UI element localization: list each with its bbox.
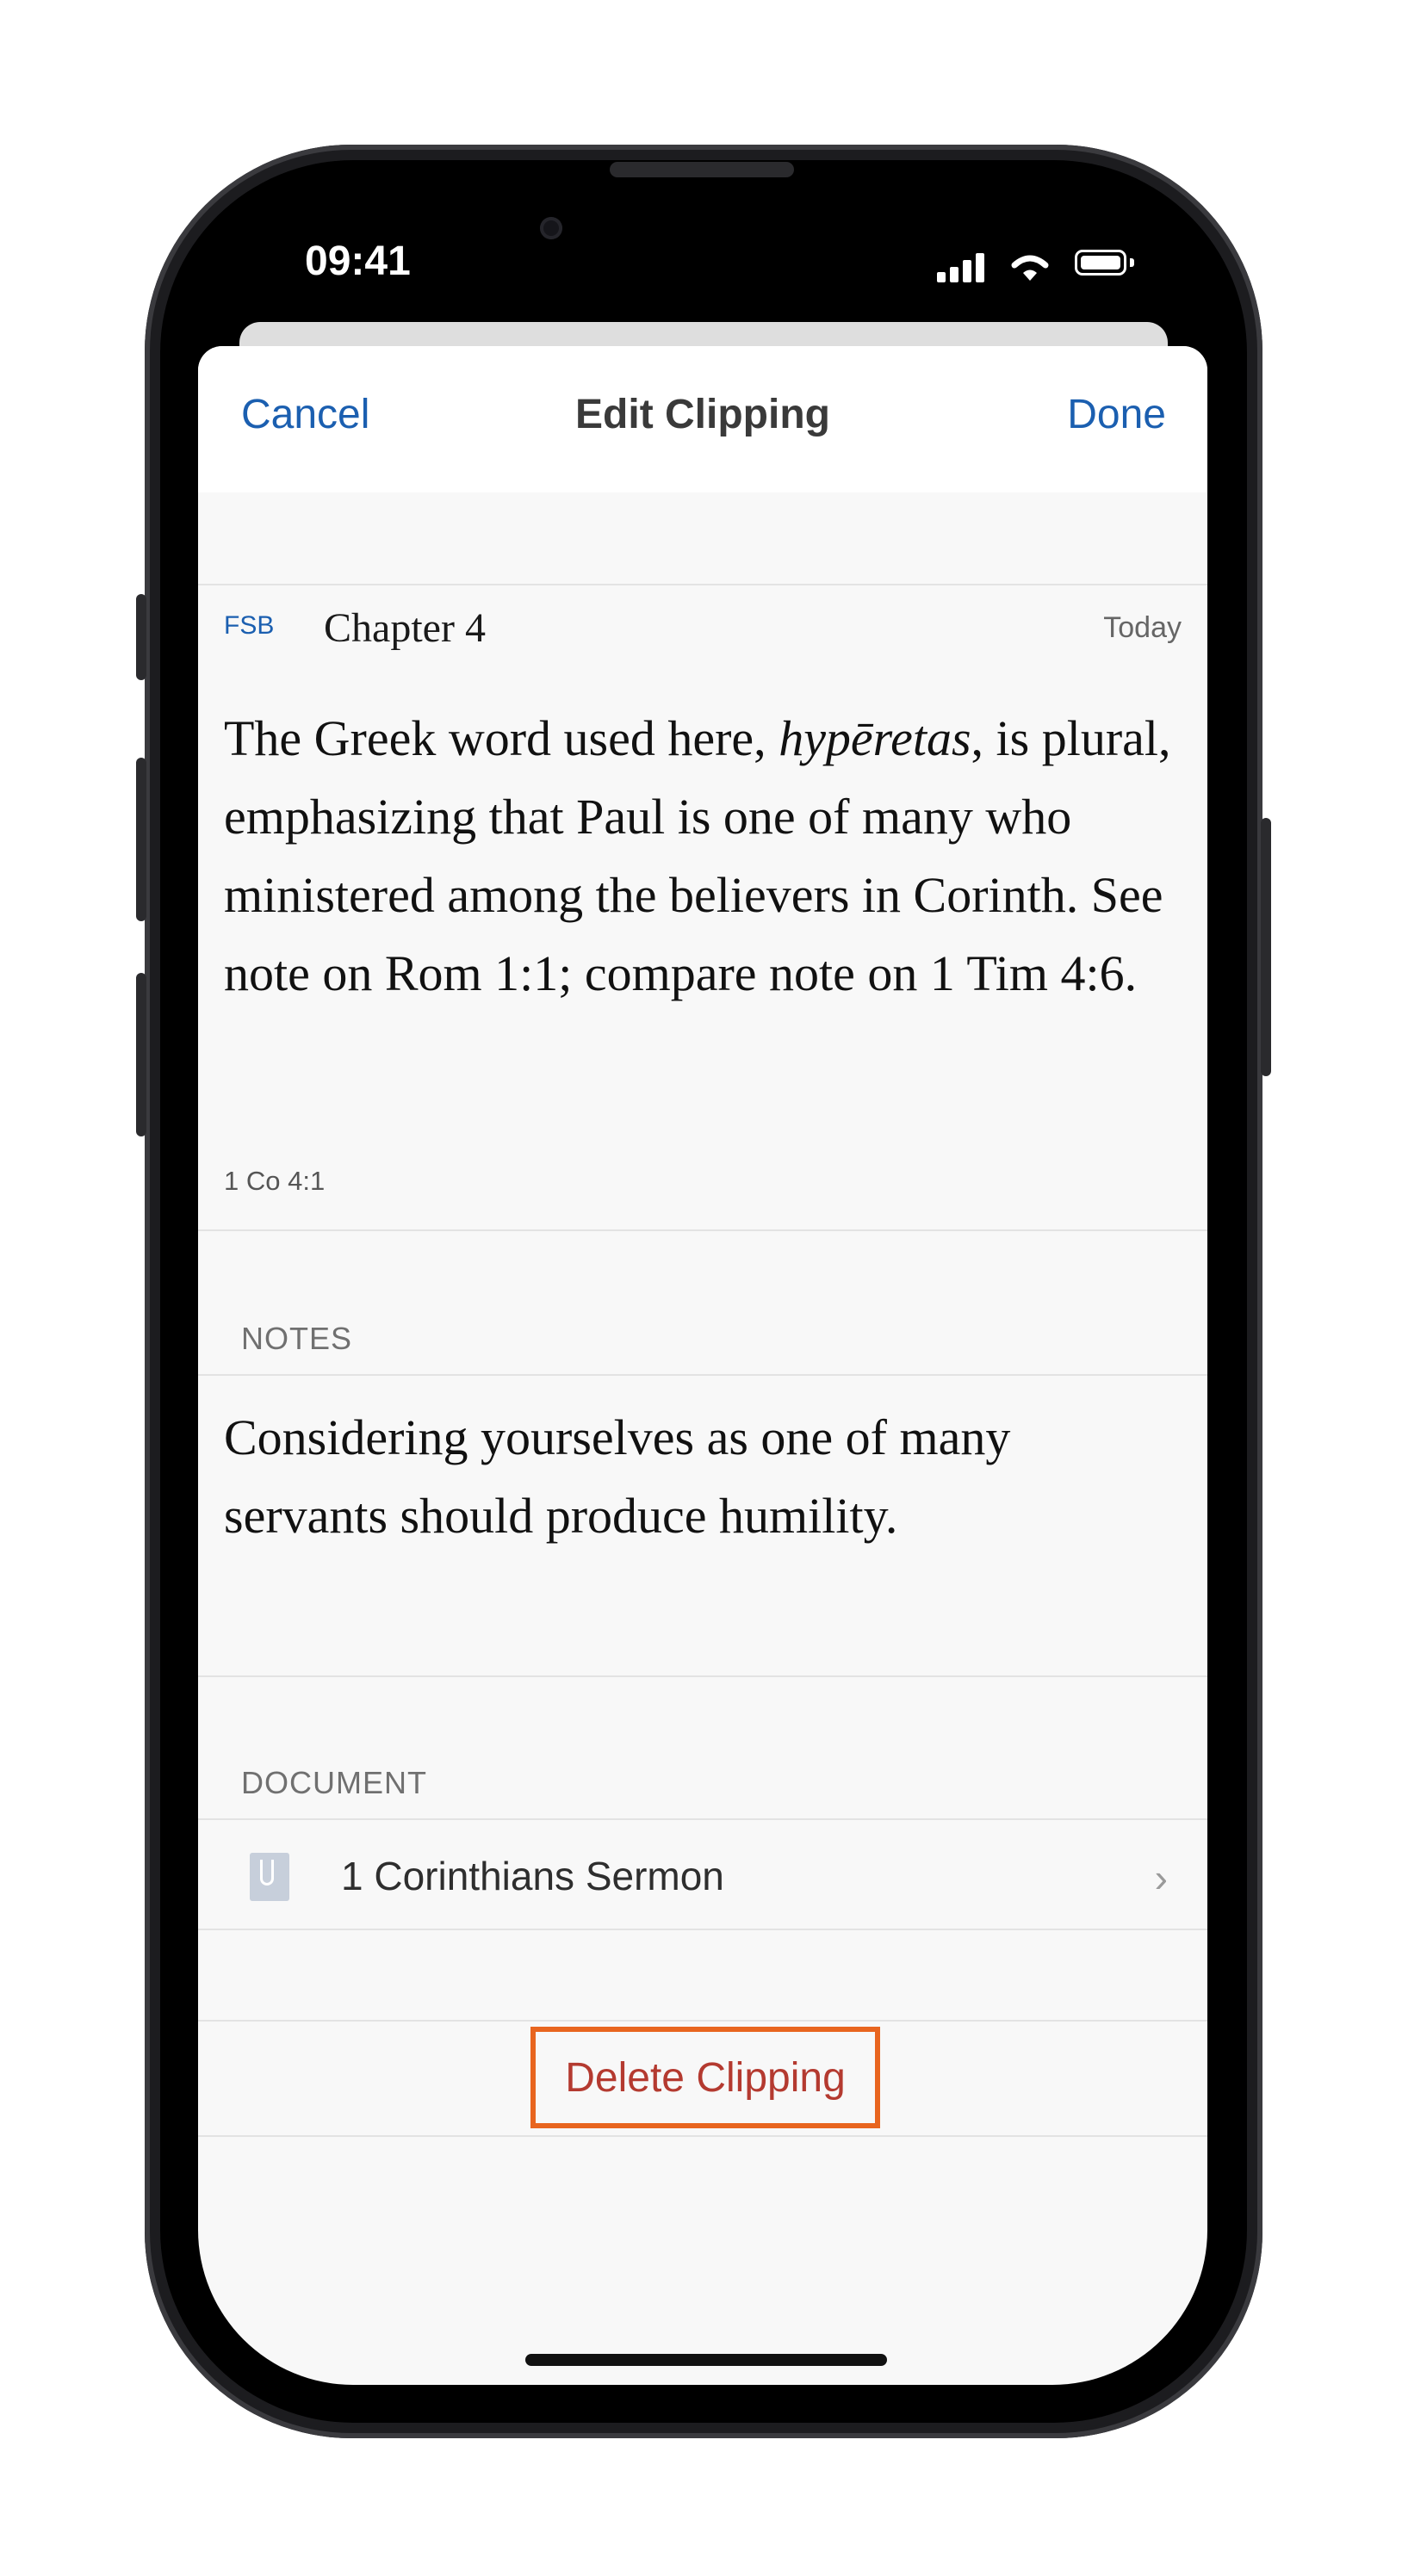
battery-icon (1075, 250, 1126, 276)
clipping-source: FSB (224, 611, 275, 640)
battery-tip (1130, 258, 1134, 267)
divider (198, 2135, 1207, 2137)
chevron-right-icon: › (1154, 1855, 1168, 1900)
side-button (136, 594, 146, 680)
page-title: Edit Clipping (575, 392, 830, 437)
clipping-chapter: Chapter 4 (324, 605, 486, 651)
divider (198, 1929, 1207, 1930)
document-row[interactable]: 1 Corinthians Sermon › (198, 1820, 1207, 1929)
divider (198, 1229, 1207, 1231)
clipping-text: The Greek word used here, hypēretas, is … (224, 699, 1180, 1012)
status-time: 09:41 (305, 238, 411, 284)
document-icon (250, 1853, 289, 1901)
power-button (1261, 818, 1271, 1076)
delete-clipping-button[interactable]: Delete Clipping (530, 2027, 880, 2128)
document-header: DOCUMENT (241, 1765, 427, 1800)
front-camera (540, 217, 562, 239)
divider (198, 2020, 1207, 2022)
navigation-bar: Cancel Edit Clipping Done (198, 346, 1207, 492)
divider (198, 1374, 1207, 1376)
divider (198, 1675, 1207, 1677)
volume-down-button (136, 973, 146, 1136)
document-name: 1 Corinthians Sermon (341, 1854, 724, 1898)
speaker-grille (610, 162, 794, 177)
divider (198, 584, 1207, 585)
status-icons (937, 248, 1195, 282)
notes-header: NOTES (241, 1321, 353, 1356)
volume-up-button (136, 758, 146, 921)
clipping-text-italic: hypēretas (779, 710, 971, 766)
notes-field[interactable]: Considering yourselves as one of many se… (224, 1398, 1180, 1555)
clipping-reference: 1 Co 4:1 (224, 1166, 326, 1196)
wifi-icon (1011, 255, 1049, 281)
done-button[interactable]: Done (1067, 391, 1166, 438)
clipping-date: Today (1103, 611, 1182, 644)
home-indicator (525, 2354, 887, 2366)
edit-clipping-sheet: Cancel Edit Clipping Done FSB Chapter 4 … (198, 346, 1207, 2385)
clipping-text-start: The Greek word used here, (224, 710, 779, 766)
